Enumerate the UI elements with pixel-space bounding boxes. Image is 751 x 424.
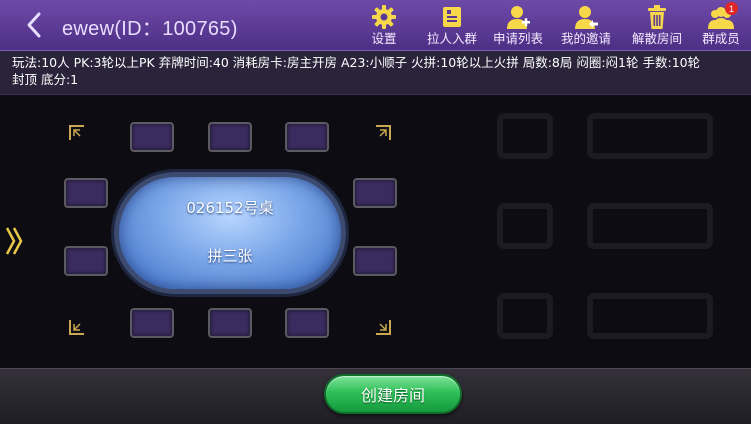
seat-slot[interactable] bbox=[285, 308, 329, 338]
my-invite-icon bbox=[573, 4, 599, 30]
seat-slot[interactable] bbox=[64, 178, 108, 208]
back-button[interactable] bbox=[20, 10, 50, 40]
add-to-group-button[interactable]: 拉人入群 bbox=[422, 2, 482, 50]
corner-ornament-icon bbox=[376, 320, 391, 335]
my-invite-button[interactable]: 我的邀请 bbox=[556, 2, 616, 50]
corner-ornament-icon bbox=[376, 125, 391, 140]
seat-slot[interactable] bbox=[130, 122, 174, 152]
trash-icon bbox=[644, 4, 670, 30]
group-members-button[interactable]: 1 群成员 bbox=[698, 2, 744, 50]
table-card[interactable]: 026152号桌 拼三张 bbox=[60, 116, 400, 344]
dissolve-room-label: 解散房间 bbox=[631, 31, 682, 46]
corner-ornament-icon bbox=[69, 125, 84, 140]
apply-list-icon bbox=[505, 4, 531, 30]
header-bar: ewew(ID：100765) 设置 拉人入群 申请列表 我的邀请 解散房间 1… bbox=[0, 0, 751, 51]
seat-slot[interactable] bbox=[64, 246, 108, 276]
group-members-label: 群成员 bbox=[702, 31, 740, 46]
double-chevron-right-icon bbox=[5, 227, 23, 255]
my-invite-label: 我的邀请 bbox=[560, 31, 611, 46]
seat-slot[interactable] bbox=[285, 122, 329, 152]
create-room-button[interactable]: 创建房间 bbox=[324, 374, 462, 414]
background-decoration bbox=[497, 113, 713, 339]
notification-badge: 1 bbox=[725, 2, 738, 15]
expand-arrow-button[interactable] bbox=[4, 224, 26, 258]
add-to-group-label: 拉人入群 bbox=[426, 31, 477, 46]
settings-label: 设置 bbox=[371, 31, 397, 46]
table-area: 026152号桌 拼三张 bbox=[0, 96, 751, 368]
settings-button[interactable]: 设置 bbox=[366, 2, 402, 50]
seat-slot[interactable] bbox=[353, 246, 397, 276]
apply-list-button[interactable]: 申请列表 bbox=[488, 2, 548, 50]
table-number: 026152号桌 bbox=[186, 199, 274, 217]
group-members-icon: 1 bbox=[708, 2, 738, 30]
game-type: 拼三张 bbox=[207, 247, 253, 265]
add-to-group-icon bbox=[439, 4, 465, 30]
dissolve-room-button[interactable]: 解散房间 bbox=[627, 2, 687, 50]
game-rules-text: 玩法:10人 PK:3轮以上PK 弃牌时间:40 消耗房卡:房主开房 A23:小… bbox=[0, 51, 751, 95]
corner-ornament-icon bbox=[69, 320, 84, 335]
rules-line-2: 封顶 底分:1 bbox=[12, 72, 79, 87]
seat-slot[interactable] bbox=[208, 122, 252, 152]
chevron-left-icon bbox=[27, 12, 41, 38]
apply-list-label: 申请列表 bbox=[492, 31, 543, 46]
seat-slot[interactable] bbox=[208, 308, 252, 338]
seat-slot[interactable] bbox=[353, 178, 397, 208]
game-table[interactable]: 026152号桌 拼三张 bbox=[114, 172, 346, 294]
seat-slot[interactable] bbox=[130, 308, 174, 338]
page-title: ewew(ID：100765) bbox=[62, 18, 238, 40]
gear-icon bbox=[371, 4, 397, 30]
rules-line-1: 玩法:10人 PK:3轮以上PK 弃牌时间:40 消耗房卡:房主开房 A23:小… bbox=[12, 55, 701, 70]
footer-bar: 创建房间 bbox=[0, 368, 751, 424]
